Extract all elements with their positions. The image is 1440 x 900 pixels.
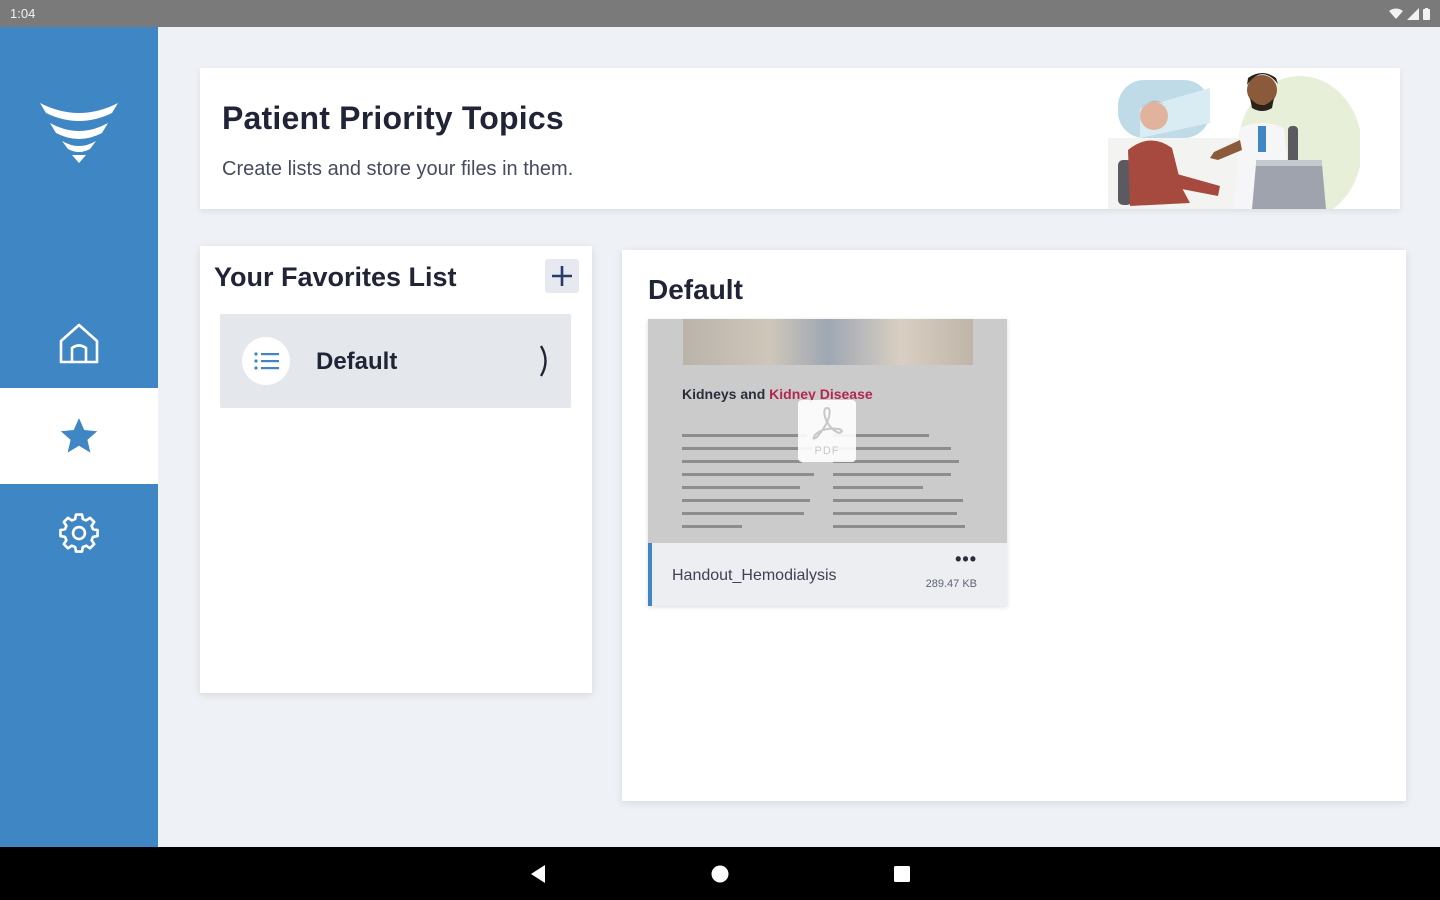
- chevron-right-icon: [539, 345, 547, 377]
- home-circle-icon[interactable]: [709, 863, 731, 885]
- file-name: Handout_Hemodialysis: [672, 567, 837, 584]
- thumbnail-text-column: [682, 432, 817, 538]
- add-list-button[interactable]: [545, 259, 579, 293]
- file-card[interactable]: Kidneys and Kidney Disease PDF Handout_H…: [648, 319, 1007, 606]
- star-icon: [60, 418, 98, 453]
- file-more-button[interactable]: •••: [955, 549, 977, 570]
- file-thumbnail: Kidneys and Kidney Disease PDF: [648, 319, 1007, 543]
- system-navigation-bar: [0, 847, 1440, 900]
- recent-apps-icon[interactable]: [891, 863, 913, 885]
- sidebar-item-home[interactable]: [0, 295, 158, 391]
- file-size: 289.47 KB: [925, 578, 977, 590]
- status-bar: 1:04: [0, 0, 1440, 27]
- detail-title: Default: [648, 274, 743, 305]
- page-title: Patient Priority Topics: [222, 100, 564, 136]
- signal-icon: [1407, 7, 1419, 20]
- plus-icon: [552, 266, 572, 286]
- file-footer: Handout_Hemodialysis ••• 289.47 KB: [648, 543, 1007, 606]
- pdf-badge: PDF: [798, 400, 856, 462]
- chevron-stack-logo-icon: [40, 103, 118, 163]
- home-icon: [59, 323, 99, 364]
- favorites-list-item-default[interactable]: Default: [220, 314, 571, 408]
- sidebar-item-settings[interactable]: [0, 484, 158, 580]
- favorites-title: Your Favorites List: [214, 262, 457, 292]
- list-icon: [254, 352, 279, 370]
- thumbnail-photo: [683, 319, 973, 365]
- gear-icon: [59, 513, 99, 553]
- list-item-label: Default: [316, 348, 398, 375]
- page-subtitle: Create lists and store your files in the…: [222, 158, 574, 180]
- status-icons: [1389, 7, 1430, 20]
- battery-icon: [1423, 7, 1430, 20]
- status-time: 1:04: [10, 6, 36, 21]
- sidebar-item-favorites[interactable]: [0, 388, 158, 484]
- header-card: Patient Priority Topics Create lists and…: [200, 68, 1400, 209]
- sidebar: [0, 27, 158, 847]
- list-icon-container: [242, 337, 290, 385]
- pdf-icon: [812, 406, 843, 440]
- wifi-icon: [1389, 8, 1403, 19]
- pdf-label: PDF: [814, 445, 840, 457]
- doctor-patient-illustration: [1108, 73, 1360, 209]
- back-icon[interactable]: [527, 863, 549, 885]
